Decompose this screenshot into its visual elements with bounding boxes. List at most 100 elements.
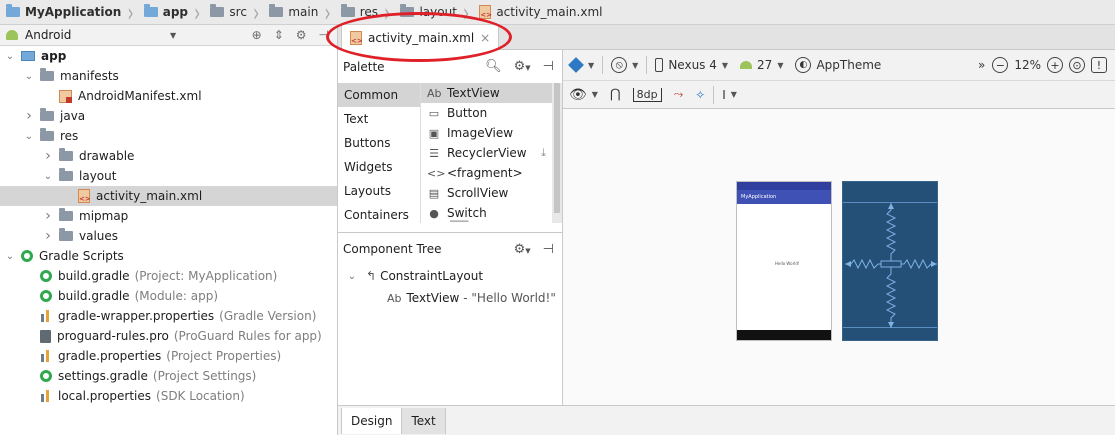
android-icon (6, 30, 18, 40)
component-tree-row[interactable]: ⌄ ↰ ConstraintLayout (338, 265, 562, 287)
theme-selector[interactable]: ◐ AppTheme (789, 50, 887, 80)
breadcrumb-item[interactable]: app › (138, 0, 205, 27)
orientation-button[interactable]: ⦸ ▼ (605, 50, 644, 80)
tree-item[interactable]: › values (0, 226, 337, 246)
palette-item[interactable]: ● Switch (421, 203, 552, 223)
zoom-out-icon: − (992, 57, 1009, 73)
margin-label: 8dp (632, 87, 662, 102)
properties-icon (40, 350, 52, 362)
chevron-down-icon[interactable]: ⌄ (346, 271, 358, 282)
gear-icon[interactable]: ⚙ (296, 28, 307, 42)
project-view-selector[interactable]: Android ▼ ⊕ ⇕ ⚙ ⊣ (0, 25, 337, 46)
hide-panel-icon[interactable]: ⊣ (319, 28, 329, 42)
tree-item[interactable]: › drawable (0, 146, 337, 166)
tree-item[interactable]: AndroidManifest.xml (0, 86, 337, 106)
collapse-all-icon[interactable]: ⇕ (274, 28, 284, 42)
breadcrumb-item[interactable]: src › (204, 0, 263, 27)
palette-item[interactable]: <> <fragment> (421, 163, 552, 183)
folder-icon (59, 148, 73, 161)
editor-tab-activity-main[interactable]: activity_main.xml × (341, 25, 500, 50)
palette-category[interactable]: Widgets (338, 155, 420, 179)
chevron-down-icon[interactable]: ⌄ (4, 251, 16, 262)
breadcrumb-item[interactable]: main › (263, 0, 334, 27)
tree-item[interactable]: gradle-wrapper.properties (Gradle Version… (0, 306, 337, 326)
design-canvas[interactable]: MyApplication Hello World! (563, 109, 1115, 405)
tree-item-label: java (60, 109, 86, 123)
gear-icon[interactable]: ⚙▼ (514, 242, 531, 257)
breadcrumb-item[interactable]: MyApplication › (0, 0, 138, 27)
resize-handle-icon[interactable]: ▔▔▔ (450, 221, 468, 230)
chevron-down-icon[interactable]: ▼ (170, 31, 176, 40)
tree-item[interactable]: settings.gradle (Project Settings) (0, 366, 337, 386)
tab-text[interactable]: Text (402, 407, 446, 434)
tree-item[interactable]: ⌄ Gradle Scripts (0, 246, 337, 266)
hide-panel-icon[interactable]: ⊣ (543, 242, 554, 257)
guidelines-button[interactable]: Ι ▼ (716, 81, 743, 108)
api-selector[interactable]: 27 ▼ (734, 50, 789, 80)
download-icon[interactable]: ⤓ (541, 146, 546, 160)
tree-item[interactable]: ⌄ res (0, 126, 337, 146)
zoom-out-button[interactable]: − (989, 50, 1011, 80)
zoom-in-button[interactable]: + (1044, 50, 1066, 80)
palette-category[interactable]: Containers (338, 203, 420, 227)
chevron-right-icon: › (384, 0, 391, 28)
tree-item[interactable]: build.gradle (Module: app) (0, 286, 337, 306)
chevron-right-icon[interactable]: › (42, 208, 54, 224)
autoconnect-button[interactable]: ⋂ (604, 81, 627, 108)
zoom-in-icon: + (1047, 57, 1063, 73)
tree-item[interactable]: › java (0, 106, 337, 126)
device-selector[interactable]: Nexus 4 ▼ (649, 50, 734, 80)
palette-item[interactable]: ▭ Button (421, 103, 552, 123)
infer-constraints-button[interactable]: ✧ (689, 81, 711, 108)
preview-hello-text[interactable]: Hello World! (775, 261, 799, 266)
design-toolbar-bottom: 👁︎ ▼ ⋂ 8dp ⤳ ✧ Ι ▼ (563, 81, 1115, 109)
tree-item[interactable]: proguard-rules.pro (ProGuard Rules for ap… (0, 326, 337, 346)
tree-item[interactable]: ⌄ manifests (0, 66, 337, 86)
chevron-right-icon[interactable]: › (42, 148, 54, 164)
palette-item[interactable]: Ab TextView (421, 83, 552, 103)
chevron-down-icon[interactable]: ⌄ (4, 51, 16, 62)
palette-category[interactable]: Text (338, 107, 420, 131)
blueprint-preview[interactable] (842, 181, 938, 341)
tree-item[interactable]: activity_main.xml (0, 186, 337, 206)
tree-item[interactable]: build.gradle (Project: MyApplication) (0, 266, 337, 286)
tree-item[interactable]: › mipmap (0, 206, 337, 226)
breadcrumb-item[interactable]: activity_main.xml (473, 0, 606, 25)
chevron-down-icon[interactable]: ⌄ (42, 171, 54, 182)
palette-category[interactable]: Buttons (338, 131, 420, 155)
tree-item-hint: (Project: MyApplication) (134, 269, 278, 283)
breadcrumb-item[interactable]: layout › (394, 0, 473, 27)
clear-constraints-button[interactable]: ⤳ (668, 81, 690, 108)
palette-item-label: Switch (447, 206, 487, 220)
view-options-button[interactable]: 👁︎ ▼ (563, 81, 604, 108)
chevron-right-icon[interactable]: › (23, 108, 35, 124)
palette-item[interactable]: ☰ RecyclerView ⤓ (421, 143, 552, 163)
warnings-button[interactable]: ! (1088, 50, 1115, 80)
design-preview[interactable]: MyApplication Hello World! (736, 181, 832, 341)
sync-target-icon[interactable]: ⊕ (252, 28, 262, 42)
tree-item[interactable]: ⌄ layout (0, 166, 337, 186)
close-icon[interactable]: × (480, 31, 490, 45)
more-button[interactable]: » (974, 50, 989, 80)
palette-scrollbar[interactable] (552, 83, 562, 223)
tree-item[interactable]: local.properties (SDK Location) (0, 386, 337, 406)
chevron-down-icon[interactable]: ⌄ (23, 131, 35, 142)
tree-item[interactable]: gradle.properties (Project Properties) (0, 346, 337, 366)
chevron-down-icon[interactable]: ⌄ (23, 71, 35, 82)
component-tree-row[interactable]: Ab TextView - "Hello World!" (338, 287, 562, 309)
palette-item[interactable]: ▤ ScrollView (421, 183, 552, 203)
search-icon[interactable]: 🔍︎ (485, 59, 502, 74)
design-surface-button[interactable]: ▼ (563, 50, 600, 80)
palette-item[interactable]: ▣ ImageView (421, 123, 552, 143)
zoom-fit-button[interactable]: ⊙ (1066, 50, 1088, 80)
tree-item[interactable]: ⌄ app (0, 46, 337, 66)
palette-category[interactable]: Common (338, 83, 420, 107)
breadcrumb: MyApplication › app › src › main › res › layout › ac… (0, 0, 1115, 28)
hide-panel-icon[interactable]: ⊣ (543, 59, 554, 74)
palette-category[interactable]: Layouts (338, 179, 420, 203)
gear-icon[interactable]: ⚙▼ (514, 59, 531, 74)
breadcrumb-item[interactable]: res › (335, 0, 395, 28)
default-margin-button[interactable]: 8dp (627, 81, 668, 108)
tab-design[interactable]: Design (341, 407, 403, 434)
chevron-right-icon[interactable]: › (42, 228, 54, 244)
